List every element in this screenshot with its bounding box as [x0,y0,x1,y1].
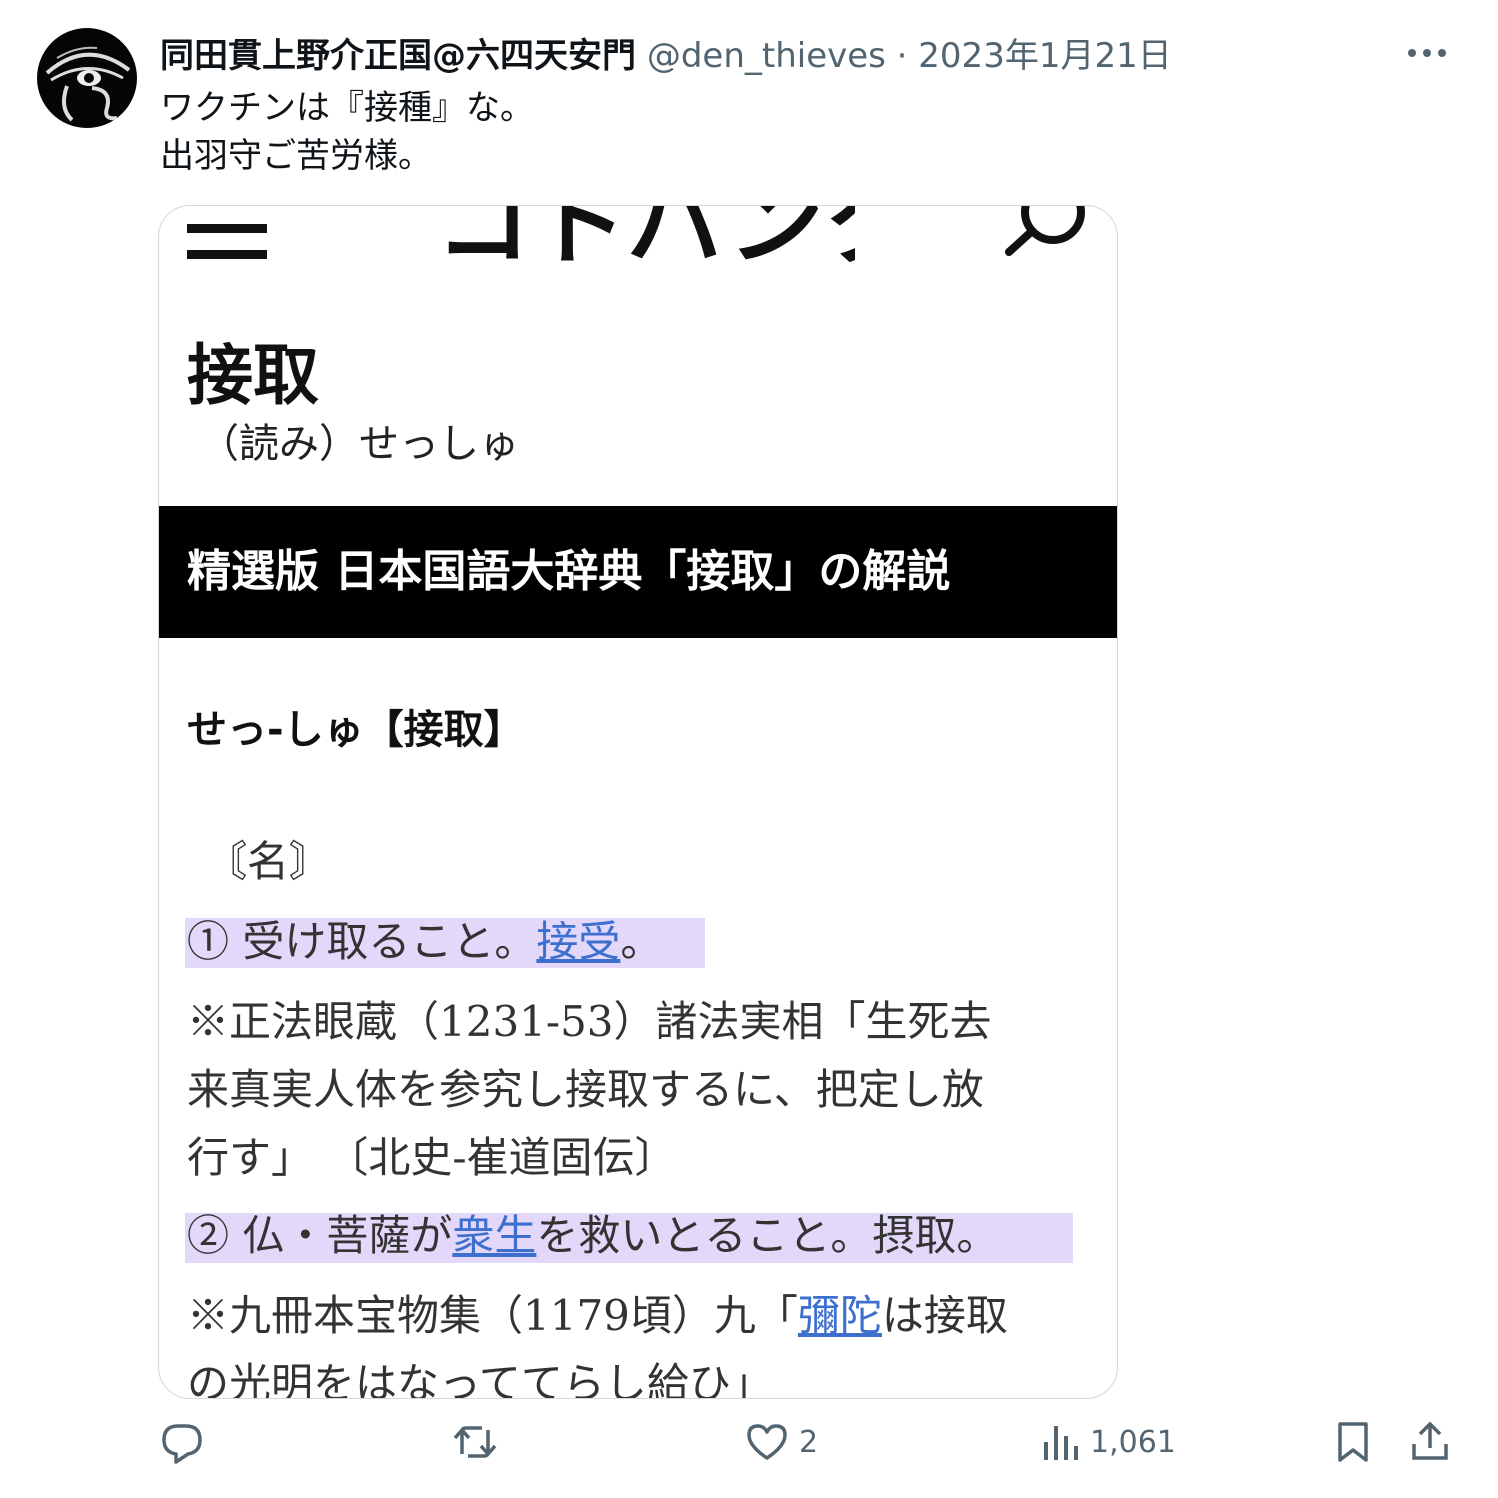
views-button[interactable]: 1,061 [1040,1420,1176,1464]
bookmark-button[interactable] [1334,1420,1372,1464]
view-count: 1,061 [1090,1424,1176,1460]
kotobank-logo: コトバンク [435,205,920,279]
definition-1-end: 。 [620,917,663,966]
search-icon [1003,206,1093,266]
definition-1-text: ① 受け取ること。 [187,917,537,966]
reply-icon [162,1424,202,1464]
quote-1-line-1: ※正法眼蔵（1231‐53）諸法実相「生死去 [187,997,992,1046]
action-bar: 2 1,061 [0,1420,1498,1480]
entry-title: 接取 [187,337,319,414]
link-setsuju[interactable]: 接受 [536,917,620,966]
definition-1: ① 受け取ること。接受。 [187,912,662,972]
eye-of-horus-icon [45,46,131,122]
entry-reading: （読み）せっしゅ [199,421,519,467]
definition-2: ② 仏・菩薩が衆生を救いとること。摂取。 [187,1206,998,1266]
like-count: 2 [799,1424,819,1460]
logo-text: コトバンク [435,205,855,264]
more-options-icon[interactable] [1404,38,1450,68]
share-icon [1412,1421,1448,1460]
banner-text: 精選版 日本国語大辞典「接取」の解説 [187,546,951,597]
quote-2-text: ※九冊本宝物集（1179頃）九「 [187,1291,798,1340]
display-name[interactable]: 同田貫上野介正国@六四天安門 [160,36,636,76]
tweet-text-line-1: ワクチンは『接種』な。 [160,88,534,128]
quote-2-line-1: ※九冊本宝物集（1179頃）九「彌陀は接取 [187,1286,1008,1346]
tweet-text-line-2: 出羽守ご苦労様。 [160,136,432,176]
tweet-header: 同田貫上野介正国@六四天安門 @den_thieves · 2023年1月21日 [160,34,1172,78]
hamburger-menu-icon [187,216,267,260]
bookmark-icon [1338,1422,1368,1462]
attached-image[interactable]: コトバンク 接取 （読み）せっしゅ 精選版 日本国語大辞典「接取」の解説 せっ-… [158,205,1118,1399]
like-button[interactable]: 2 [745,1420,818,1464]
bar-chart-icon [1044,1426,1078,1460]
handle[interactable]: @den_thieves [647,36,886,76]
quote-2-line-2: の光明をはなっててらし給ひ」 [187,1359,773,1399]
link-shujo[interactable]: 衆生 [452,1211,536,1260]
dictionary-banner: 精選版 日本国語大辞典「接取」の解説 [159,506,1117,638]
definition-2-text: ② 仏・菩薩が [187,1211,453,1260]
heart-icon [747,1424,787,1460]
tweet-date[interactable]: 2023年1月21日 [918,36,1171,76]
headword: せっ-しゅ【接取】 [187,707,524,753]
separator-dot: · [896,36,919,76]
tweet-text: ワクチンは『接種』な。 出羽守ご苦労様。 [160,84,534,180]
share-button[interactable] [1410,1420,1450,1464]
quote-1-line-3: 行す」 〔北史‐崔道固伝〕 [187,1133,677,1182]
retweet-button[interactable] [452,1420,508,1464]
part-of-speech: 〘名〙 [205,837,332,886]
reply-button[interactable] [160,1420,214,1464]
quote-1-line-2: 来真実人体を参究し接取するに、把定し放 [187,1065,984,1114]
avatar[interactable] [37,28,137,128]
definition-2-end: を救いとること。摂取。 [536,1211,999,1260]
retweet-icon [453,1426,497,1458]
link-mida[interactable]: 彌陀 [798,1291,882,1340]
quote-2-text-end: は接取 [881,1291,1008,1340]
